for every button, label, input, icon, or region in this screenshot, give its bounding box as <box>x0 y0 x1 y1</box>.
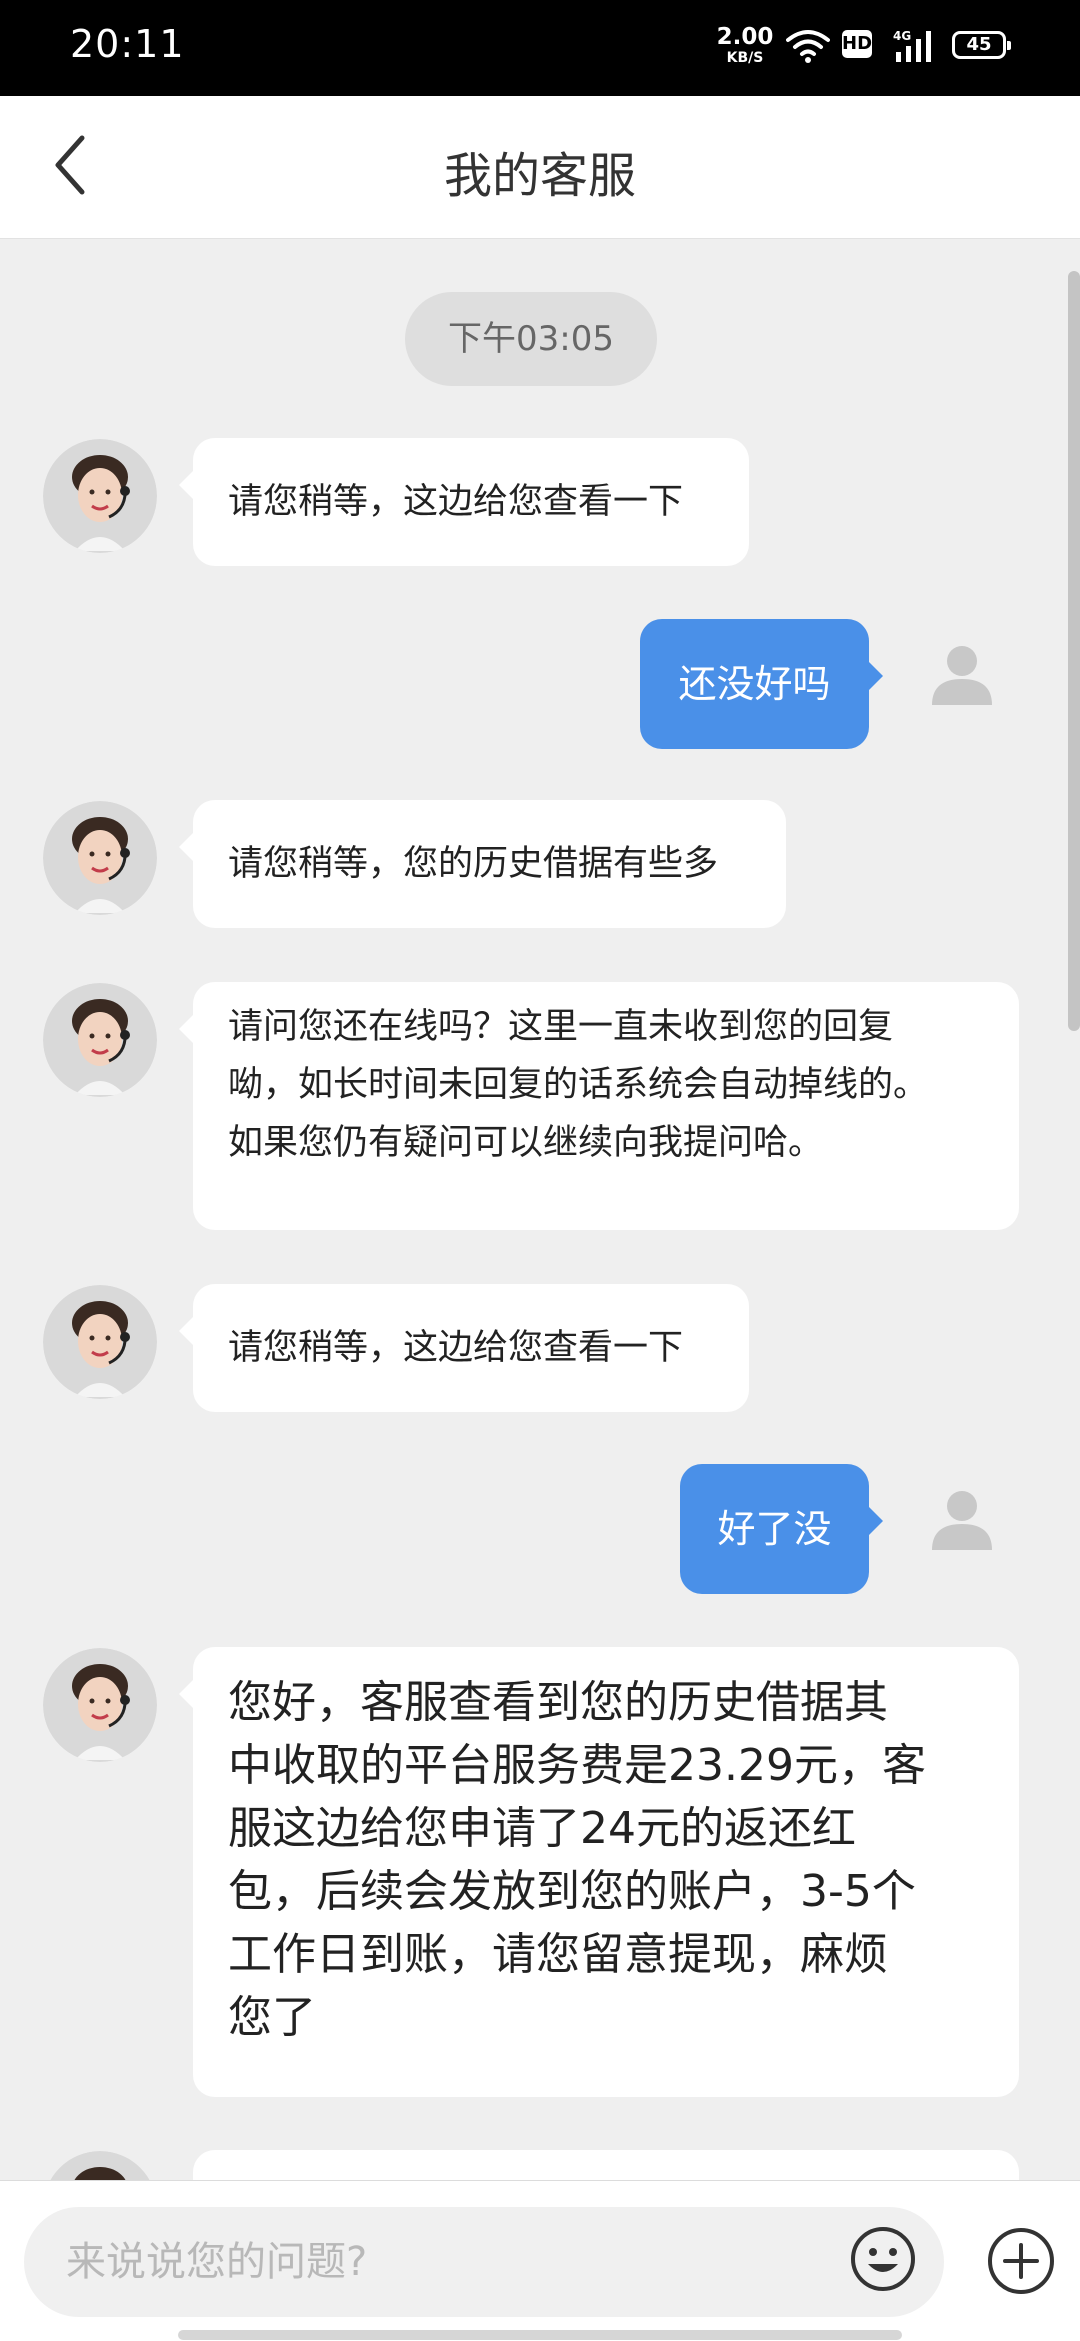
gesture-bar[interactable] <box>178 2330 902 2340</box>
agent-message: 请您稍等，您的历史借据有些多 <box>179 800 786 928</box>
message-line: 呦，如长时间未回复的话系统会自动掉线的。 <box>228 1065 929 1105</box>
message-input[interactable]: 来说说您的问题? <box>24 2207 944 2317</box>
message-line: 工作日到账，请您留意提现，麻烦 <box>228 1929 888 1980</box>
agent-message: 请您稍等，这边给您查看一下 <box>179 438 749 566</box>
message-line: 请问您还在线吗？这里一直未收到您的回复 <box>228 1007 894 1047</box>
agent-avatar <box>43 801 157 915</box>
timestamp-pill: 下午03:05 <box>405 292 657 386</box>
page-title: 我的客服 <box>443 148 636 204</box>
input-bar: 来说说您的问题? <box>0 2180 1080 2341</box>
agent-message: 请您稍等，这边给您查看一下 <box>179 1284 749 1412</box>
plus-circle-icon[interactable] <box>986 2226 1056 2296</box>
agent-avatar <box>43 1648 157 1762</box>
message-line: 服这边给您申请了24元的返还红 <box>228 1803 856 1854</box>
message-line: 中收取的平台服务费是23.29元，客 <box>228 1740 926 1791</box>
app-header: 我的客服 <box>0 96 1080 239</box>
chat-scrollbar[interactable] <box>1068 271 1080 1031</box>
user-message: 好了没 <box>680 1464 883 1594</box>
status-time: 20:11 <box>70 22 185 66</box>
agent-avatar <box>43 1285 157 1399</box>
hd-badge: HD <box>842 30 872 58</box>
user-icon <box>932 1491 992 1550</box>
message-line: 您了 <box>228 1992 316 2043</box>
message-input-placeholder: 来说说您的问题? <box>66 2239 368 2285</box>
user-message: 还没好吗 <box>640 619 883 749</box>
message-line: 如果您仍有疑问可以继续向我提问哈。 <box>228 1123 824 1163</box>
agent-avatar <box>43 439 157 553</box>
agent-avatar <box>43 983 157 1097</box>
emoji-icon[interactable] <box>850 2226 916 2292</box>
user-icon <box>932 646 992 705</box>
message-line: 包，后续会发放到您的账户，3-5个 <box>228 1866 916 1917</box>
agent-message: 您好，客服查看到您的历史借据其 中收取的平台服务费是23.29元，客 服这边给您… <box>179 1647 1019 2097</box>
battery-indicator: 45 <box>952 31 1011 59</box>
signal-icon: 4G <box>893 29 931 62</box>
network-type: 4G <box>893 29 911 43</box>
agent-message: 请问您还在线吗？这里一直未收到您的回复 呦，如长时间未回复的话系统会自动掉线的。… <box>179 982 1019 1230</box>
network-rate-value: 2.00 <box>716 24 774 50</box>
network-rate: 2.00 KB/S <box>716 24 774 66</box>
network-rate-unit: KB/S <box>726 50 764 66</box>
message-line: 您好，客服查看到您的历史借据其 <box>228 1677 888 1728</box>
wifi-icon <box>786 30 830 63</box>
status-bar: 20:11 2.00 KB/S HD 4G 45 <box>0 0 1080 96</box>
